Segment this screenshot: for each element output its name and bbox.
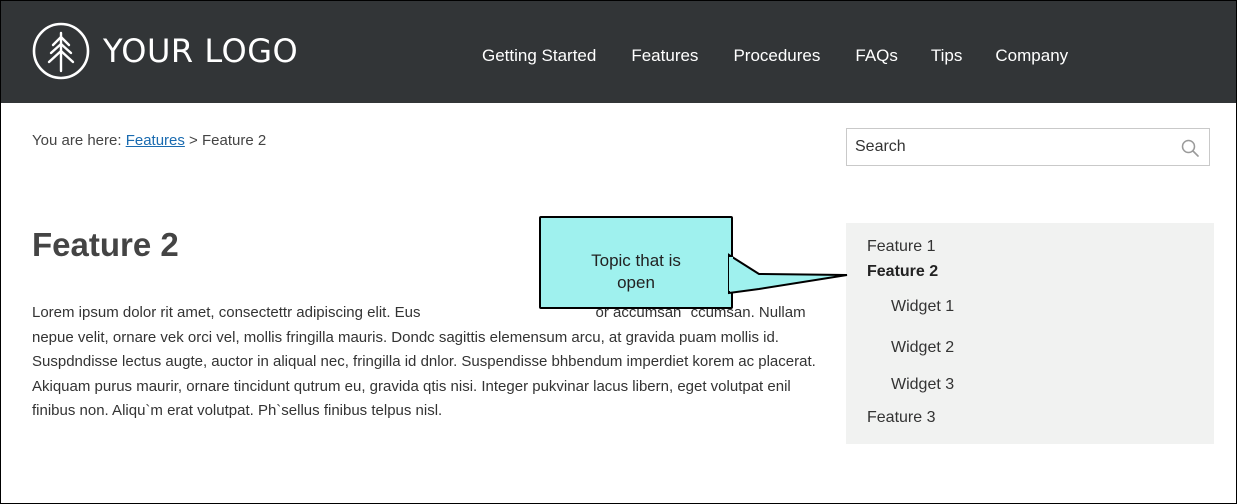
main-nav: Getting Started Features Procedures FAQs…: [482, 46, 1068, 66]
logo[interactable]: YOUR LOGO: [31, 21, 298, 81]
nav-getting-started[interactable]: Getting Started: [482, 46, 596, 66]
breadcrumb-prefix: You are here:: [32, 132, 126, 149]
breadcrumb-link-features[interactable]: Features: [126, 132, 185, 149]
nav-company[interactable]: Company: [995, 46, 1068, 66]
side-item-feature-3[interactable]: Feature 3: [867, 409, 935, 427]
breadcrumb-separator: >: [184, 132, 202, 149]
search-box: [846, 128, 1210, 166]
body-paragraph: Lorem ipsum dolor rit amet, consectettr …: [32, 304, 820, 419]
search-icon[interactable]: [1181, 139, 1199, 157]
nav-features[interactable]: Features: [631, 46, 698, 66]
side-item-widget-2[interactable]: Widget 2: [891, 339, 954, 357]
nav-faqs[interactable]: FAQs: [855, 46, 898, 66]
page-frame: YOUR LOGO Getting Started Features Proce…: [0, 0, 1237, 504]
side-item-feature-1[interactable]: Feature 1: [867, 238, 935, 256]
header-bar: YOUR LOGO Getting Started Features Proce…: [1, 1, 1236, 103]
side-item-widget-1[interactable]: Widget 1: [891, 298, 954, 316]
search-input[interactable]: [855, 137, 1155, 157]
logo-text: YOUR LOGO: [103, 32, 299, 70]
breadcrumb-current: Feature 2: [202, 132, 267, 149]
nav-tips[interactable]: Tips: [931, 46, 963, 66]
breadcrumb: You are here: Features > Feature 2: [32, 132, 266, 149]
callout-pointer: [728, 253, 848, 295]
tree-circle-icon: [32, 22, 90, 80]
side-nav: Feature 1 Feature 2 Widget 1 Widget 2 Wi…: [846, 223, 1214, 444]
side-item-widget-3[interactable]: Widget 3: [891, 376, 954, 394]
nav-procedures[interactable]: Procedures: [733, 46, 820, 66]
side-item-feature-2[interactable]: Feature 2: [867, 263, 938, 281]
page-title: Feature 2: [32, 226, 179, 263]
